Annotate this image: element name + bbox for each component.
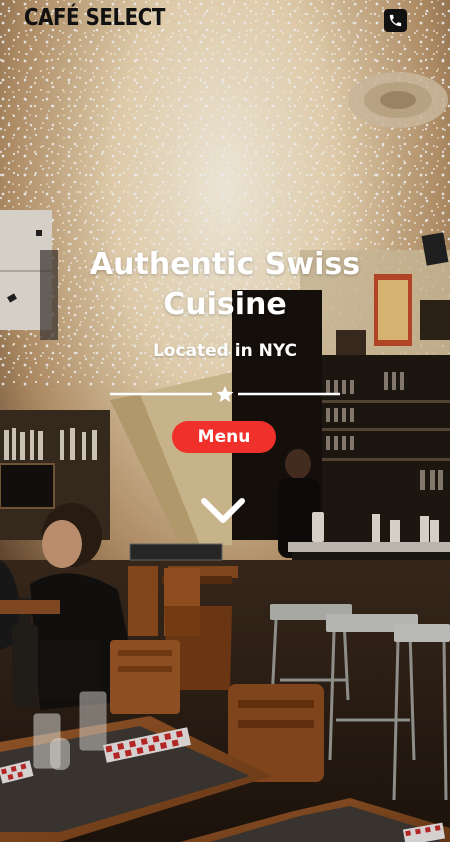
menu-button[interactable]: Menu (172, 421, 276, 453)
hero-section: CAFÉ SELECT Authentic Swiss Cuisine Loca… (0, 0, 450, 842)
hero-subheadline: Located in NYC (152, 341, 298, 361)
chevron-down-icon[interactable] (199, 494, 247, 528)
star-divider (110, 386, 340, 402)
hero-headline: Authentic Swiss Cuisine (0, 245, 450, 325)
star-icon (216, 386, 234, 402)
phone-icon[interactable] (384, 9, 407, 32)
hero-headline-line2: Cuisine (163, 287, 287, 322)
brand-logo-text[interactable]: CAFÉ SELECT (24, 4, 165, 32)
hero-headline-line1: Authentic Swiss (89, 247, 361, 282)
